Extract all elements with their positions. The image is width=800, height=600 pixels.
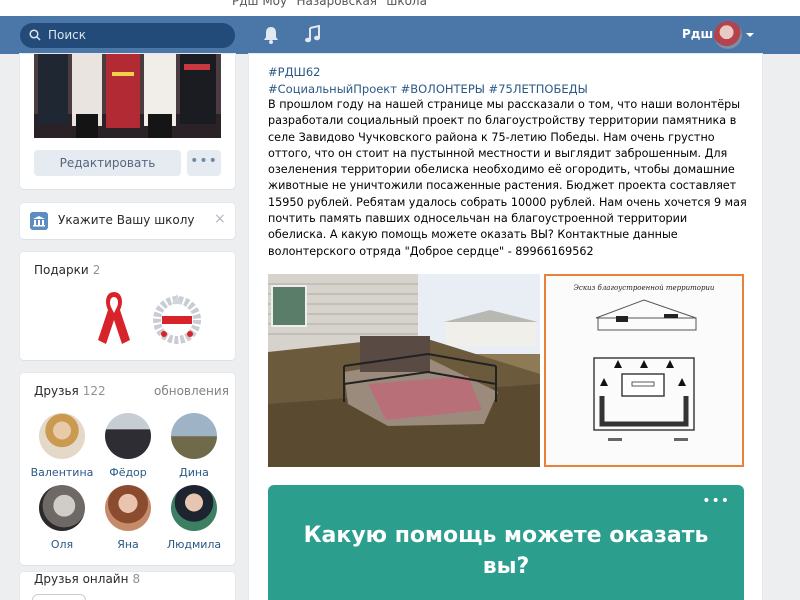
friends-title[interactable]: Друзья 122 [34,384,106,398]
friends-online-title[interactable]: Друзья онлайн 8 [34,572,140,586]
post-hashtag[interactable]: #РДШ62 [268,65,321,79]
friend-name[interactable]: Дина [161,466,227,479]
school-icon [30,212,48,230]
friends-card: Друзья 122 обновления Валентина Фёдор Дин… [20,373,235,565]
post-photo-sketch[interactable]: Эскиз благоустроенной территории [544,274,744,467]
gifts-card: Подарки 2 [20,252,235,360]
post-text: В прошлом году на нашей странице мы расс… [268,98,747,258]
gifts-title-label: Подарки [34,263,89,277]
more-options-button[interactable]: ••• [187,150,221,176]
search-input[interactable]: Поиск [20,23,235,48]
edit-profile-button[interactable]: Редактировать [34,150,181,176]
search-icon [29,29,41,41]
gifts-count: 2 [92,263,101,277]
avatar[interactable] [105,485,151,531]
promo-more-icon[interactable]: ••• [702,493,730,509]
territory-sketch-image: Эскиз благоустроенной территории [546,276,742,465]
friends-count: 122 [82,384,106,398]
friend-name[interactable]: Людмила [161,538,227,551]
friend-name[interactable]: Яна [95,538,161,551]
promo-text: Какую помощь можете оказать вы? [303,523,709,579]
post-hashtags[interactable]: #СоциальныйПроект #ВОЛОНТЕРЫ #75ЛЕТПОБЕД… [268,82,588,96]
friend-item[interactable]: Людмила [161,485,227,551]
avatar[interactable] [171,485,217,531]
chevron-down-icon[interactable] [746,33,754,37]
friend-item[interactable]: Фёдор [95,413,161,479]
friend-name[interactable]: Оля [29,538,95,551]
wreath-gift-icon[interactable] [150,290,204,346]
bell-icon[interactable] [262,25,280,45]
header-user-name[interactable]: Рдш [682,27,713,41]
promo-image[interactable]: ••• Какую помощь можете оказать вы? [268,485,744,600]
window-title-strip: Рдш Моу "Назаровская" школа [0,0,800,16]
close-icon[interactable]: × [214,211,226,227]
avatar[interactable] [39,413,85,459]
wall-post: #РДШ62 #СоциальныйПроект #ВОЛОНТЕРЫ #75Л… [249,54,762,600]
sketch-title: Эскиз благоустроенной территории [574,284,715,292]
friends-online-count: 8 [132,572,141,586]
friend-name[interactable]: Фёдор [95,466,161,479]
music-icon[interactable] [304,25,322,45]
search-placeholder: Поиск [48,28,87,42]
friends-title-label: Друзья [34,384,79,398]
monument-photo-image [268,274,540,467]
header-avatar[interactable] [714,21,742,49]
avatar[interactable] [105,413,151,459]
friend-item[interactable]: Дина [161,413,227,479]
avatar[interactable] [39,485,85,531]
friend-item[interactable]: Яна [95,485,161,551]
avatar[interactable] [171,413,217,459]
friends-online-label: Друзья онлайн [34,572,129,586]
window-title: Рдш Моу "Назаровская" школа [232,0,427,8]
friends-updates-link[interactable]: обновления [154,384,229,398]
school-prompt-label: Укажите Вашу школу [58,213,195,227]
post-photo-monument[interactable] [268,274,540,467]
group-photo-image [34,54,221,138]
profile-photo-card: Редактировать ••• [20,54,235,189]
friend-item[interactable]: Оля [29,485,95,551]
top-header: Поиск Рдш [0,16,800,54]
gifts-title[interactable]: Подарки 2 [34,263,100,277]
bottom-tab[interactable] [32,594,86,600]
red-ribbon-gift-icon[interactable] [94,288,134,348]
profile-photo[interactable] [34,54,221,138]
friend-item[interactable]: Валентина [29,413,95,479]
school-prompt-card[interactable]: Укажите Вашу школу × [20,203,235,239]
friend-name[interactable]: Валентина [29,466,95,479]
